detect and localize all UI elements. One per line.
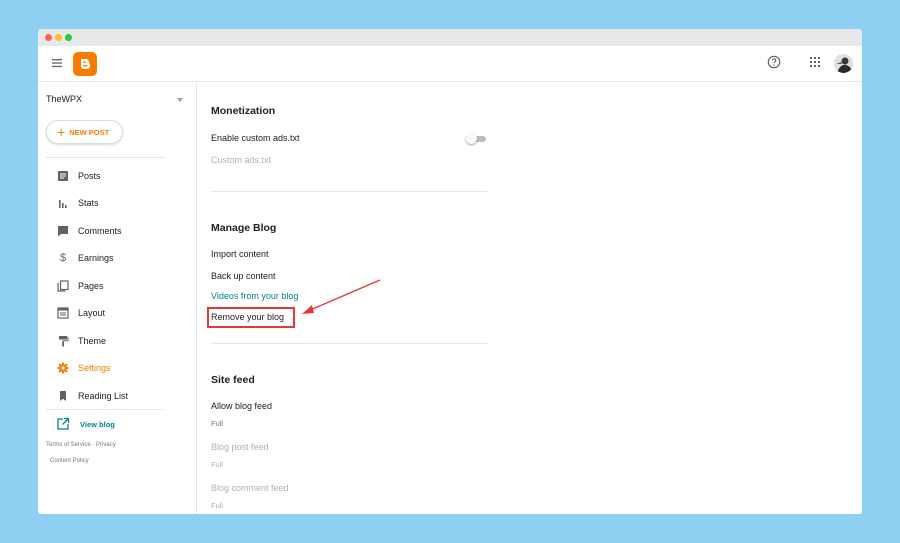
blog-name: TheWPX: [46, 94, 83, 104]
videos-from-blog-link[interactable]: Videos from your blog: [211, 291, 298, 301]
sidebar-item-label: Theme: [78, 336, 107, 346]
remove-blog-highlight-box: [207, 307, 295, 328]
sidebar-divider: [46, 157, 165, 158]
blog-comment-feed-value: Full: [211, 501, 224, 510]
sidebar-item-theme[interactable]: Theme: [46, 330, 165, 352]
plus-icon: +: [57, 124, 66, 140]
minimize-window-dot[interactable]: [55, 34, 62, 41]
content-policy-link[interactable]: Content Policy: [50, 458, 89, 464]
annotation-arrow-icon: [302, 279, 381, 314]
comments-icon: [56, 224, 70, 238]
help-circle-icon[interactable]: [767, 55, 781, 69]
enable-custom-ads-label[interactable]: Enable custom ads.txt: [211, 133, 300, 143]
privacy-link[interactable]: Privacy: [96, 442, 116, 448]
gear-icon: [56, 361, 70, 375]
bookmark-icon: [56, 389, 70, 403]
hamburger-menu-icon[interactable]: [51, 57, 63, 69]
sidebar-item-label: Pages: [78, 281, 104, 291]
dollar-icon: $: [59, 252, 67, 264]
toggle-knob: [466, 133, 477, 144]
terms-link[interactable]: Terms of Service: [46, 442, 91, 448]
stats-icon: [56, 196, 70, 210]
maximize-window-dot[interactable]: [65, 34, 72, 41]
sidebar-item-pages[interactable]: Pages: [46, 275, 165, 297]
sidebar-item-label: Stats: [78, 198, 99, 208]
sidebar-item-earnings[interactable]: $ Earnings: [46, 247, 165, 269]
footer-separator: ·: [117, 442, 120, 448]
new-post-label: NEW POST: [69, 127, 110, 137]
user-avatar[interactable]: [834, 54, 853, 73]
sidebar-item-label: Posts: [78, 171, 101, 181]
custom-ads-txt-setting: Custom ads.txt: [211, 155, 272, 165]
blog-selector-dropdown[interactable]: TheWPX: [46, 94, 183, 108]
blog-comment-feed-setting: Blog comment feed: [211, 483, 289, 493]
pages-icon: [56, 279, 70, 293]
sidebar-item-reading-list[interactable]: Reading List: [46, 385, 165, 407]
sidebar-item-stats[interactable]: Stats: [46, 192, 165, 214]
allow-blog-feed-value: Full: [211, 419, 224, 428]
allow-blog-feed-setting[interactable]: Allow blog feed: [211, 401, 272, 411]
chevron-down-icon: [177, 98, 183, 102]
close-window-dot[interactable]: [45, 34, 52, 41]
site-feed-section-title: Site feed: [211, 374, 255, 386]
monetization-section-title: Monetization: [211, 105, 276, 117]
section-divider: [211, 343, 487, 344]
manage-blog-section-title: Manage Blog: [211, 222, 277, 234]
view-blog-label: View blog: [80, 419, 115, 429]
posts-icon: [56, 169, 70, 183]
sidebar-item-label: Reading List: [78, 391, 129, 401]
sidebar-item-label: Settings: [78, 363, 111, 373]
sidebar-footer-links: Terms of Service · Privacy · Content Pol…: [46, 437, 156, 469]
app-header: [38, 46, 862, 82]
blogger-logo-icon[interactable]: [73, 52, 97, 76]
window-titlebar: [38, 29, 862, 46]
sidebar-divider: [46, 409, 165, 410]
blog-post-feed-setting: Blog post feed: [211, 442, 269, 452]
sidebar-item-settings[interactable]: Settings: [46, 357, 165, 379]
sidebar-item-label: Comments: [78, 226, 122, 236]
section-divider: [211, 191, 487, 192]
sidebar: TheWPX + NEW POST Posts Stats Comments $…: [38, 83, 197, 514]
sidebar-item-label: Layout: [78, 308, 106, 318]
sidebar-item-label: Earnings: [78, 253, 114, 263]
external-link-icon: [57, 417, 70, 430]
sidebar-item-comments[interactable]: Comments: [46, 220, 165, 242]
browser-window: TheWPX + NEW POST Posts Stats Comments $…: [38, 29, 862, 514]
paint-roller-icon: [56, 334, 70, 348]
sidebar-item-layout[interactable]: Layout: [46, 302, 165, 324]
apps-grid-icon[interactable]: [809, 56, 821, 68]
blog-post-feed-value: Full: [211, 460, 224, 469]
view-blog-link[interactable]: View blog: [46, 415, 165, 433]
sidebar-item-posts[interactable]: Posts: [46, 165, 165, 187]
layout-icon: [56, 306, 70, 320]
import-content-link[interactable]: Import content: [211, 249, 269, 259]
new-post-button[interactable]: + NEW POST: [46, 120, 123, 144]
back-up-content-link[interactable]: Back up content: [211, 271, 276, 281]
enable-custom-ads-toggle[interactable]: [466, 133, 487, 145]
